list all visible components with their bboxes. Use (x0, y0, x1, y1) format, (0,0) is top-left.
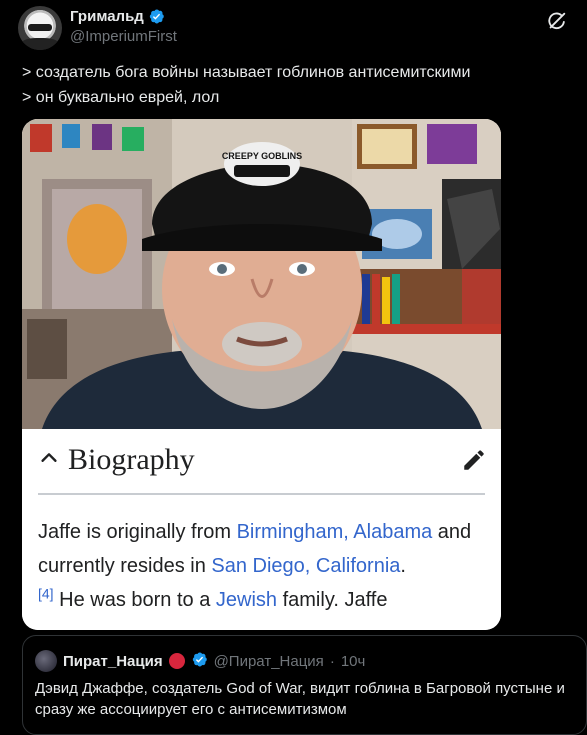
bio-text-segment: Jaffe is originally from (38, 521, 237, 543)
verified-badge-icon[interactable] (191, 651, 208, 672)
biography-text: Jaffe is originally from Birmingham, Ala… (38, 515, 488, 617)
quoted-author-name[interactable]: Пират_Нация (63, 653, 163, 670)
birmingham-link[interactable]: Birmingham, Alabama (237, 521, 433, 543)
tweet-line: > создатель бога войны называет гоблинов… (22, 64, 471, 81)
pencil-icon[interactable] (461, 447, 487, 478)
wikipedia-biography-card: Biography Jaffe is originally from Birmi… (22, 429, 501, 630)
quoted-tweet-header: Пират_Нация @Пират_Нация · 10ч (35, 650, 365, 672)
verified-badge-icon[interactable] (148, 8, 165, 25)
tweet-line: > он буквально еврей, лол (22, 89, 220, 106)
jewish-link[interactable]: Jewish (216, 589, 277, 611)
cap-logo-text: CREEPY GOBLINS (222, 151, 302, 161)
bio-text-segment: . (400, 555, 406, 577)
tweet-header: Гримальд @ImperiumFirst (18, 4, 578, 52)
biography-divider (38, 493, 485, 495)
video-still-photo: CREEPY GOBLINS (22, 119, 501, 429)
biography-title: Biography (68, 443, 195, 476)
red-circle-emoji-icon (168, 653, 185, 669)
san-diego-link[interactable]: San Diego, California (211, 555, 400, 577)
quoted-author-avatar[interactable] (35, 650, 57, 672)
author-avatar[interactable] (18, 6, 62, 50)
author-handle[interactable]: @ImperiumFirst (70, 28, 177, 45)
quoted-author-handle[interactable]: @Пират_Нация (214, 653, 324, 670)
author-name-row: Гримальд (70, 8, 165, 25)
bio-text-segment: He was born to a (53, 589, 216, 611)
quoted-tweet-text: Дэвид Джаффе, создатель God of War, види… (35, 680, 565, 718)
biography-header[interactable]: Biography (38, 443, 195, 477)
grok-icon[interactable] (546, 10, 568, 32)
quoted-tweet[interactable]: Пират_Нация @Пират_Нация · 10ч Дэвид Джа… (22, 635, 587, 735)
reference-4-link[interactable]: [4] (38, 585, 54, 601)
tweet-media[interactable]: CREEPY GOBLINS Biography Jaffe is origin… (22, 119, 501, 630)
tweet-text: > создатель бога войны называет гоблинов… (22, 60, 470, 110)
chevron-up-icon[interactable] (38, 447, 60, 474)
separator-dot: · (329, 652, 335, 670)
bio-text-segment: family. Jaffe (277, 589, 388, 611)
author-display-name[interactable]: Гримальд (70, 8, 144, 25)
quoted-tweet-time[interactable]: 10ч (341, 653, 366, 670)
